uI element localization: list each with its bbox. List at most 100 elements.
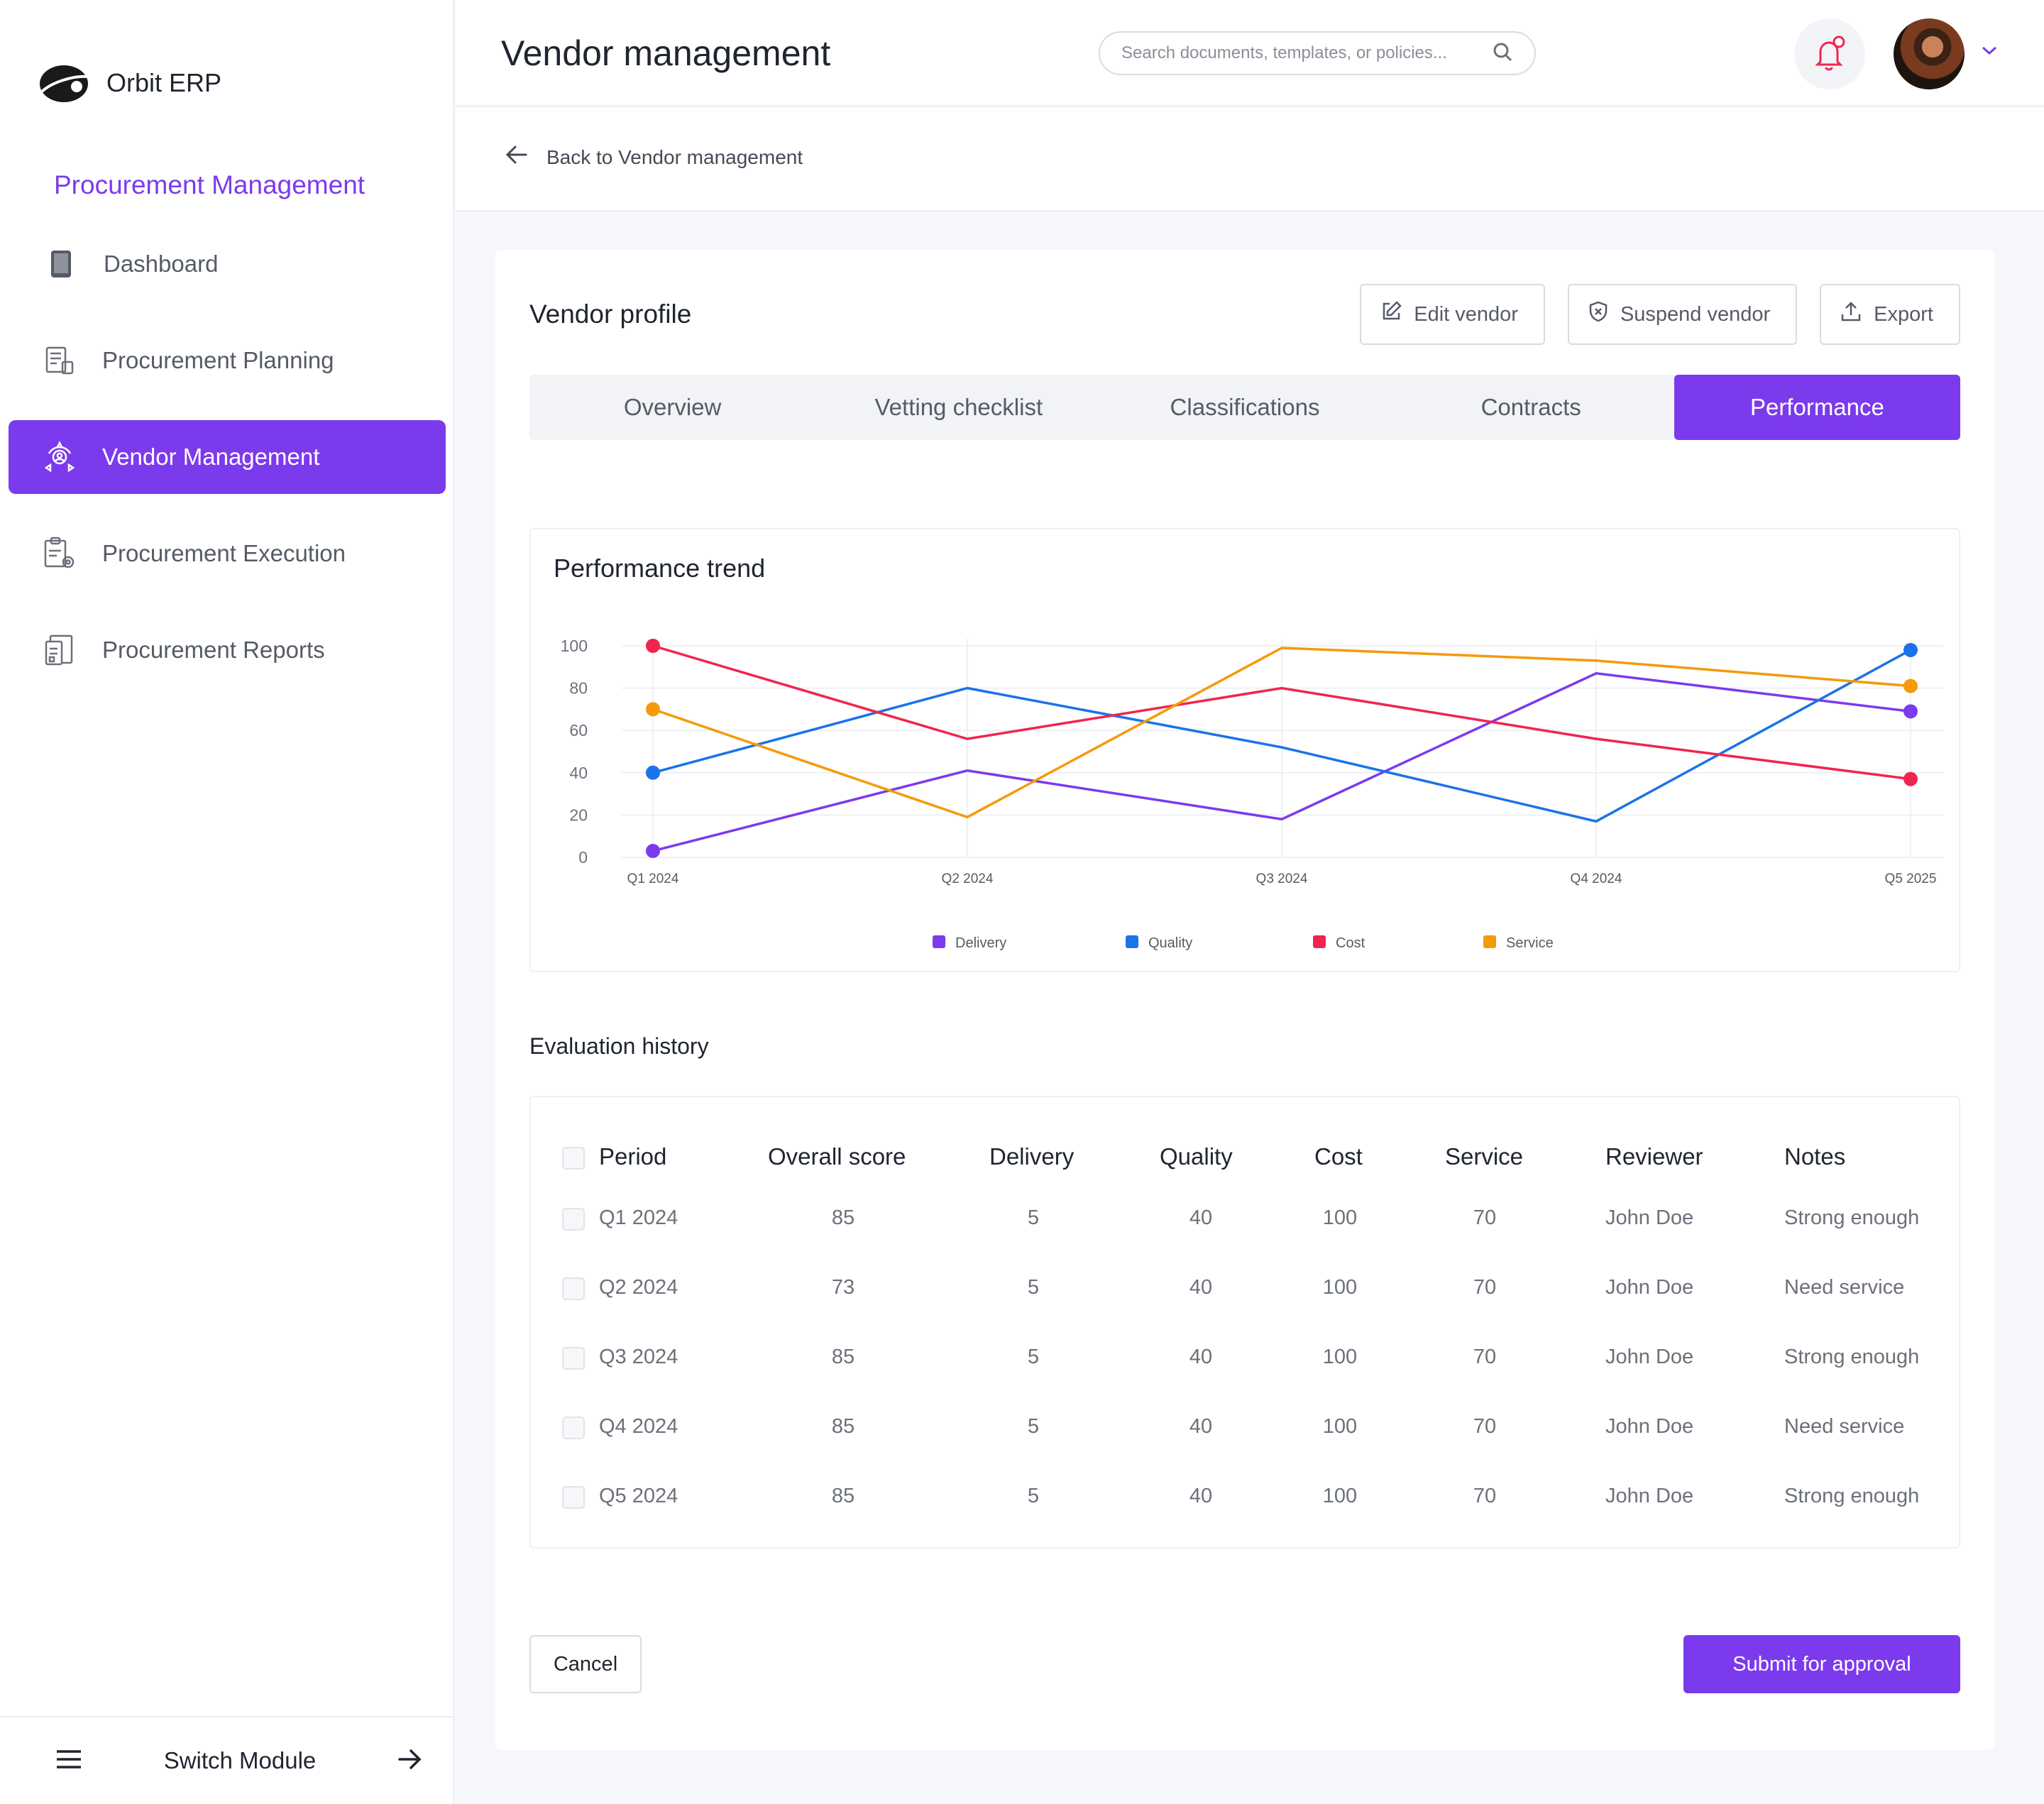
col-cost: Cost [1314,1143,1363,1170]
table-cell-service: 70 [1473,1206,1497,1229]
sidebar-item-procurement-execution[interactable]: Procurement Execution [9,517,446,590]
switch-module-bar[interactable]: Switch Module [0,1716,453,1804]
table-cell-reviewer: John Doe [1605,1206,1694,1229]
table-cell-period: Q1 2024 [599,1206,678,1229]
switch-module-label: Switch Module [163,1747,317,1773]
tab-contracts[interactable]: Contracts [1388,375,1674,440]
suspend-vendor-label: Suspend vendor [1620,302,1771,326]
table-cell-overall-score: 85 [831,1415,855,1438]
sidebar-item-procurement-planning[interactable]: Procurement Planning [9,324,446,397]
data-point-quality [646,765,660,780]
legend-swatch-service [1483,935,1496,948]
back-link[interactable]: Back to Vendor management [505,145,803,170]
table-cell-reviewer: John Doe [1605,1346,1694,1368]
table-cell-notes: Strong enough [1784,1206,1920,1229]
notification-bell-icon[interactable] [1794,18,1865,89]
col-service: Service [1445,1143,1524,1170]
tab-classifications[interactable]: Classifications [1101,375,1388,440]
search-icon[interactable] [1492,41,1513,66]
sidebar-item-procurement-reports[interactable]: Procurement Reports [9,613,446,687]
x-tick-label: Q4 2024 [1571,871,1622,886]
row-checkbox[interactable] [562,1277,585,1300]
vendor-icon [43,440,77,474]
table-row[interactable]: Q1 2024 85 5 40 100 70 John Doe Strong enough [531,1197,1962,1239]
sidebar-item-dashboard[interactable]: Dashboard [9,227,446,301]
export-label: Export [1874,302,1933,326]
col-notes: Notes [1784,1143,1846,1170]
table-cell-delivery: 5 [1027,1415,1040,1438]
table-cell-period: Q2 2024 [599,1276,678,1299]
row-checkbox[interactable] [562,1486,585,1509]
table-cell-notes: Need service [1784,1415,1905,1438]
x-tick-label: Q1 2024 [627,871,679,886]
table-row[interactable]: Q3 2024 85 5 40 100 70 John Doe Strong enough [531,1336,1962,1378]
table-cell-notes: Need service [1784,1276,1905,1299]
cancel-button[interactable]: Cancel [529,1635,642,1693]
table-cell-quality: 40 [1189,1276,1213,1299]
table-cell-quality: 40 [1189,1206,1213,1229]
module-title: Procurement Management [54,170,366,199]
sidebar-nav: Dashboard Procurement Planning Vendor Ma… [9,227,446,710]
sidebar-item-label: Procurement Reports [102,637,325,663]
sidebar-item-label: Procurement Execution [102,540,346,566]
y-tick-label: 100 [561,637,588,655]
profile-tabs: Overview Vetting checklist Classificatio… [529,375,1961,440]
table-cell-notes: Strong enough [1784,1346,1920,1368]
chevron-down-icon[interactable] [1980,44,1999,60]
y-tick-label: 80 [569,679,588,698]
table-row[interactable]: Q2 2024 73 5 40 100 70 John Doe Need service [531,1266,1962,1309]
select-all-checkbox[interactable] [562,1147,585,1170]
y-tick-label: 0 [578,848,588,867]
export-button[interactable]: Export [1820,284,1960,345]
hamburger-icon[interactable] [55,1749,82,1773]
table-cell-service: 70 [1473,1346,1497,1368]
row-checkbox[interactable] [562,1208,585,1231]
avatar[interactable] [1894,18,1965,89]
tab-vetting-checklist[interactable]: Vetting checklist [815,375,1101,440]
edit-vendor-button[interactable]: Edit vendor [1360,284,1545,345]
legend-label-quality: Quality [1148,935,1192,951]
top-header: Vendor management [456,0,2044,106]
legend-swatch-cost [1313,935,1326,948]
profile-actions: Edit vendor Suspend vendor Export [1360,284,1960,345]
table-row[interactable]: Q4 2024 85 5 40 100 70 John Doe Need service [531,1405,1962,1448]
orbit-logo-icon [40,65,89,102]
table-cell-service: 70 [1473,1276,1497,1299]
tab-performance[interactable]: Performance [1674,375,1961,440]
arrow-right-icon[interactable] [397,1748,423,1774]
upload-icon [1840,300,1862,329]
table-cell-quality: 40 [1189,1415,1213,1438]
col-quality: Quality [1160,1143,1233,1170]
legend-swatch-quality [1126,935,1138,948]
sidebar: Orbit ERP Procurement Management Dashboa… [0,0,454,1804]
data-point-service [1903,678,1918,693]
table-cell-cost: 100 [1322,1206,1358,1229]
table-cell-period: Q5 2024 [599,1485,678,1507]
table-cell-quality: 40 [1189,1346,1213,1368]
search-input[interactable] [1121,43,1476,63]
brand[interactable]: Orbit ERP [37,61,221,105]
table-cell-cost: 100 [1322,1276,1358,1299]
table-cell-cost: 100 [1322,1346,1358,1368]
table-header-row: Period Overall score Delivery Quality Co… [531,1135,1962,1178]
sidebar-item-label: Vendor Management [102,444,320,470]
row-checkbox[interactable] [562,1417,585,1439]
row-checkbox[interactable] [562,1347,585,1370]
data-point-cost [1903,771,1918,786]
table-cell-delivery: 5 [1027,1276,1040,1299]
search-box[interactable] [1099,31,1536,75]
reports-icon [43,633,77,667]
table-cell-overall-score: 85 [831,1346,855,1368]
data-point-delivery [1903,704,1918,719]
table-cell-period: Q3 2024 [599,1346,678,1368]
col-period: Period [599,1143,667,1170]
suspend-vendor-button[interactable]: Suspend vendor [1567,284,1798,345]
tab-overview[interactable]: Overview [529,375,815,440]
sidebar-item-vendor-management[interactable]: Vendor Management [9,420,446,494]
x-tick-label: Q5 2025 [1885,871,1937,886]
back-link-label: Back to Vendor management [546,145,803,168]
arrow-left-icon [505,145,528,170]
execution-icon [43,537,77,571]
table-row[interactable]: Q5 2024 85 5 40 100 70 John Doe Strong enough [531,1475,1962,1517]
submit-for-approval-button[interactable]: Submit for approval [1683,1635,1960,1693]
